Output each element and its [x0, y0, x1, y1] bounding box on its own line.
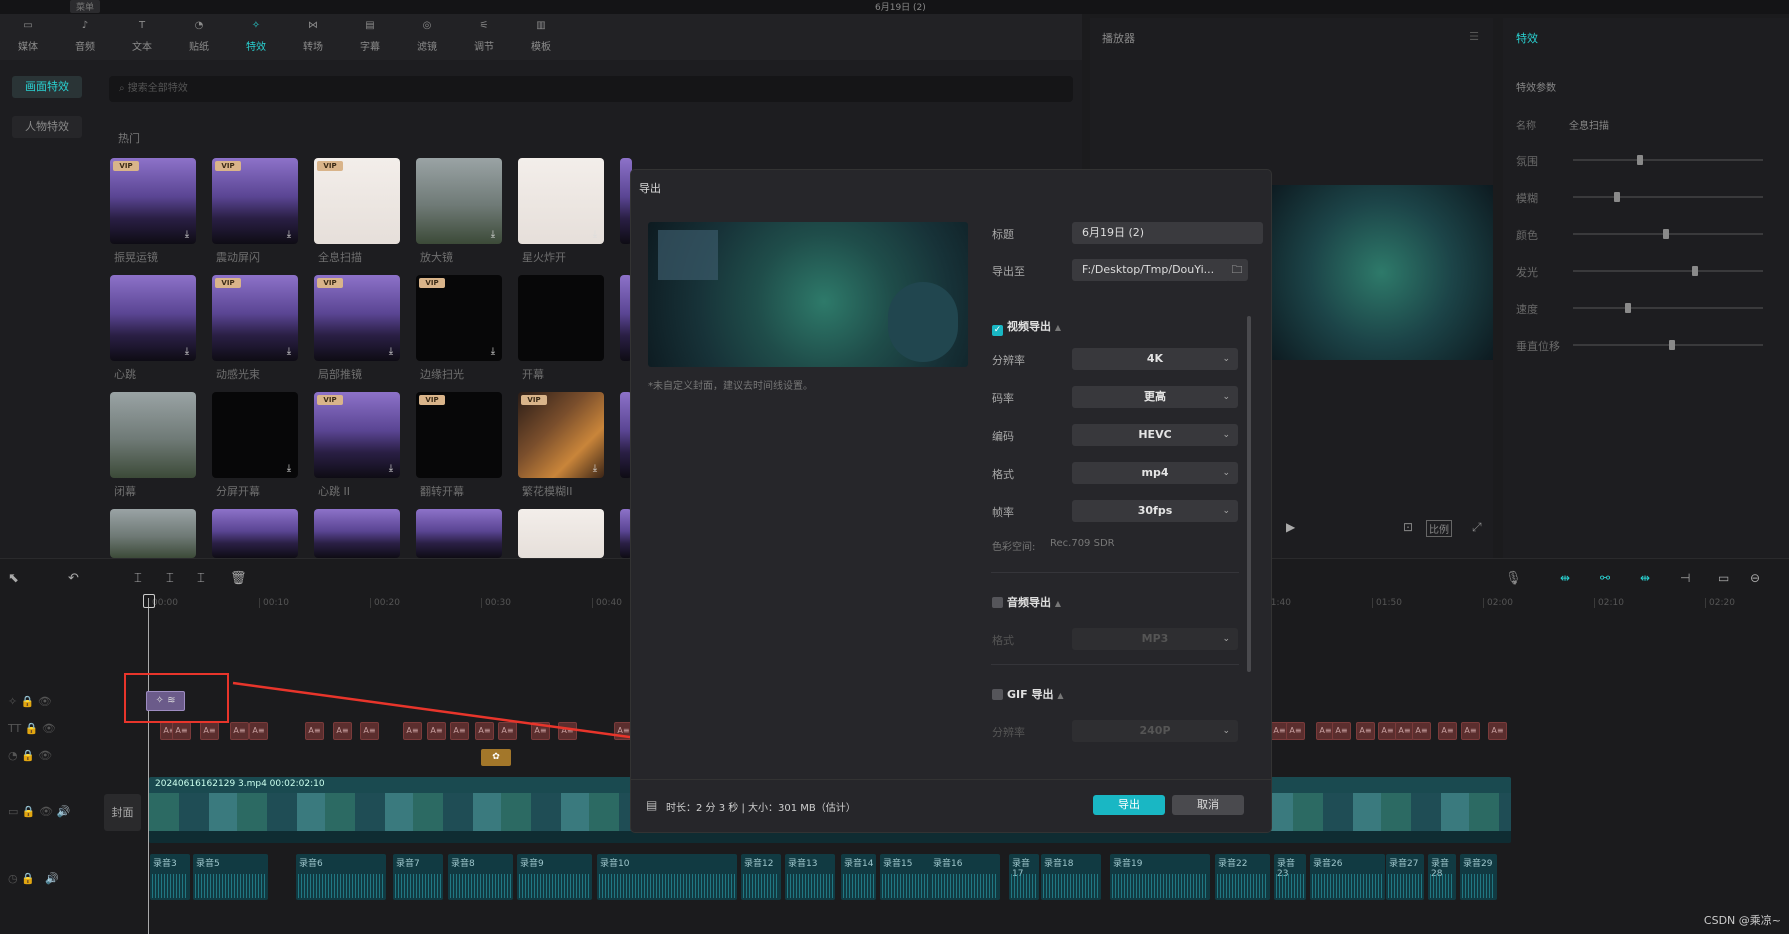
export-path-input[interactable]: F:/Desktop/Tmp/DouYi... — [1072, 259, 1230, 281]
divider — [991, 664, 1239, 665]
gif-resolution-label: 分辨率 — [992, 726, 1025, 739]
title-label: 标题 — [992, 228, 1014, 241]
skill-buttons — [888, 282, 958, 362]
collapse-icon[interactable]: ▲ — [1057, 691, 1063, 700]
colorspace-label: 色彩空间: — [992, 542, 1036, 553]
title-input[interactable]: 6月19日 (2) — [1072, 222, 1263, 244]
duration-size-info: 时长：2 分 3 秒 | 大小：301 MB（估计） — [666, 803, 856, 814]
codec-select[interactable]: HEVC ⌄ — [1072, 424, 1238, 446]
audio-format-value: MP3 — [1141, 632, 1169, 645]
divider — [991, 572, 1239, 573]
collapse-icon[interactable]: ▲ — [1055, 599, 1061, 608]
chevron-down-icon: ⌄ — [1222, 726, 1230, 736]
bitrate-select[interactable]: 更高 ⌄ — [1072, 386, 1238, 408]
chevron-down-icon: ⌄ — [1222, 430, 1230, 440]
video-export-label: 视频导出 — [1007, 320, 1051, 333]
export-dialog-footer: ▤ 时长：2 分 3 秒 | 大小：301 MB（估计） 导出 取消 — [631, 779, 1271, 832]
chevron-down-icon: ⌄ — [1222, 634, 1230, 644]
format-value: mp4 — [1141, 466, 1169, 479]
codec-label: 编码 — [992, 430, 1014, 443]
gif-export-toggle[interactable]: GIF 导出 ▲ — [992, 686, 1063, 702]
collapse-icon[interactable]: ▲ — [1055, 323, 1061, 332]
fps-value: 30fps — [1137, 504, 1173, 517]
codec-value: HEVC — [1138, 428, 1172, 441]
chevron-down-icon: ⌄ — [1222, 468, 1230, 478]
fps-label: 帧率 — [992, 506, 1014, 519]
chevron-down-icon: ⌄ — [1222, 354, 1230, 364]
export-dialog: 导出 *未自定义封面，建议去时间线设置。 标题 6月19日 (2) 导出至 F:… — [631, 170, 1271, 832]
resolution-value: 4K — [1146, 352, 1164, 365]
audio-export-toggle[interactable]: 音频导出 ▲ — [992, 594, 1061, 610]
audio-format-label: 格式 — [992, 634, 1014, 647]
checkbox-unchecked-icon[interactable] — [992, 597, 1003, 608]
resolution-select[interactable]: 4K ⌄ — [1072, 348, 1238, 370]
dialog-scrollbar[interactable] — [1247, 316, 1251, 672]
folder-icon[interactable]: 🗀 — [1226, 259, 1248, 281]
colorspace-value: Rec.709 SDR — [1050, 538, 1115, 549]
chevron-down-icon: ⌄ — [1222, 506, 1230, 516]
chevron-down-icon: ⌄ — [1222, 392, 1230, 402]
cover-hint: *未自定义封面，建议去时间线设置。 — [648, 381, 813, 392]
gif-resolution-select[interactable]: 240P ⌄ — [1072, 720, 1238, 742]
checkbox-checked-icon[interactable]: ✓ — [992, 325, 1003, 336]
bitrate-value: 更高 — [1144, 390, 1166, 403]
export-button[interactable]: 导出 — [1093, 795, 1165, 815]
minimap — [658, 230, 718, 280]
audio-export-label: 音频导出 — [1007, 596, 1051, 609]
format-label: 格式 — [992, 468, 1014, 481]
resolution-label: 分辨率 — [992, 354, 1025, 367]
fps-select[interactable]: 30fps ⌄ — [1072, 500, 1238, 522]
gif-resolution-value: 240P — [1139, 724, 1171, 737]
bitrate-label: 码率 — [992, 392, 1014, 405]
export-dialog-title: 导出 — [639, 182, 661, 195]
cancel-button[interactable]: 取消 — [1172, 795, 1244, 815]
export-path-label: 导出至 — [992, 265, 1025, 278]
audio-format-select[interactable]: MP3 ⌄ — [1072, 628, 1238, 650]
film-icon: ▤ — [646, 798, 658, 812]
format-select[interactable]: mp4 ⌄ — [1072, 462, 1238, 484]
video-export-toggle[interactable]: ✓ 视频导出 ▲ — [992, 318, 1061, 336]
export-cover-preview — [648, 222, 968, 367]
gif-export-label: GIF 导出 — [1007, 688, 1054, 701]
checkbox-unchecked-icon[interactable] — [992, 689, 1003, 700]
